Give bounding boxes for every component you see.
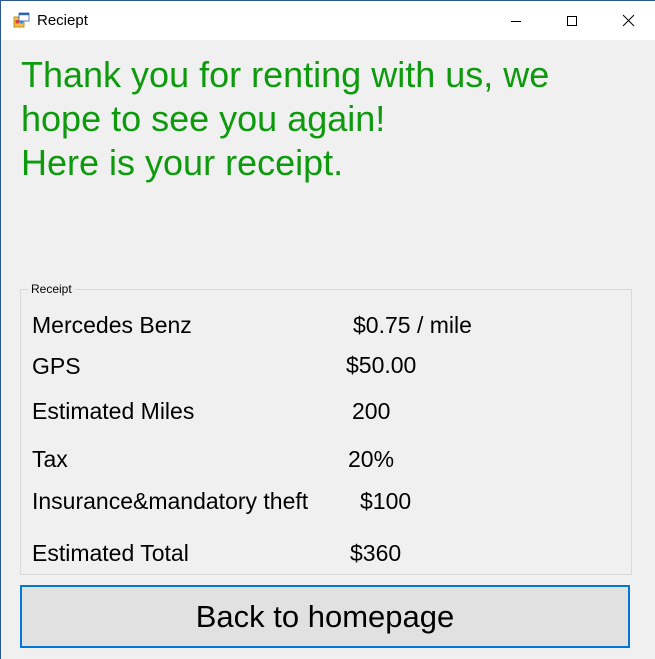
tax-label: Tax <box>32 446 68 472</box>
minimize-icon <box>511 20 521 22</box>
estimated-miles-value: 200 <box>352 398 391 424</box>
maximize-icon <box>567 15 577 26</box>
back-to-homepage-button[interactable]: Back to homepage <box>20 585 630 648</box>
winforms-app-icon <box>13 12 30 28</box>
insurance-value: $100 <box>360 488 412 514</box>
close-button[interactable] <box>600 1 655 40</box>
receipt-groupbox-legend: Receipt <box>28 282 75 296</box>
gps-value: $50.00 <box>346 352 417 378</box>
estimated-total-label: Estimated Total <box>32 540 189 566</box>
estimated-miles-label: Estimated Miles <box>32 398 195 424</box>
estimated-total-value: $360 <box>350 540 402 566</box>
thank-you-message: Thank you for renting with us, we hope t… <box>21 53 641 185</box>
minimize-button[interactable] <box>488 1 544 40</box>
insurance-label: Insurance&mandatory theft <box>32 488 309 514</box>
gps-label: GPS <box>32 353 81 379</box>
window-title: Reciept <box>37 12 88 29</box>
maximize-button[interactable] <box>544 1 600 40</box>
thank-you-line-3: Here is your receipt. <box>21 142 344 183</box>
vehicle-label: Mercedes Benz <box>32 312 192 338</box>
thank-you-line-2: hope to see you again! <box>21 98 386 139</box>
thank-you-line-1: Thank you for renting with us, we <box>21 54 550 95</box>
close-icon <box>622 14 634 27</box>
receipt-window: Reciept Thank you for renting with us, w… <box>0 0 655 659</box>
tax-value: 20% <box>348 446 395 472</box>
title-bar[interactable]: Reciept <box>1 1 655 40</box>
vehicle-rate-value: $0.75 / mile <box>353 312 472 338</box>
